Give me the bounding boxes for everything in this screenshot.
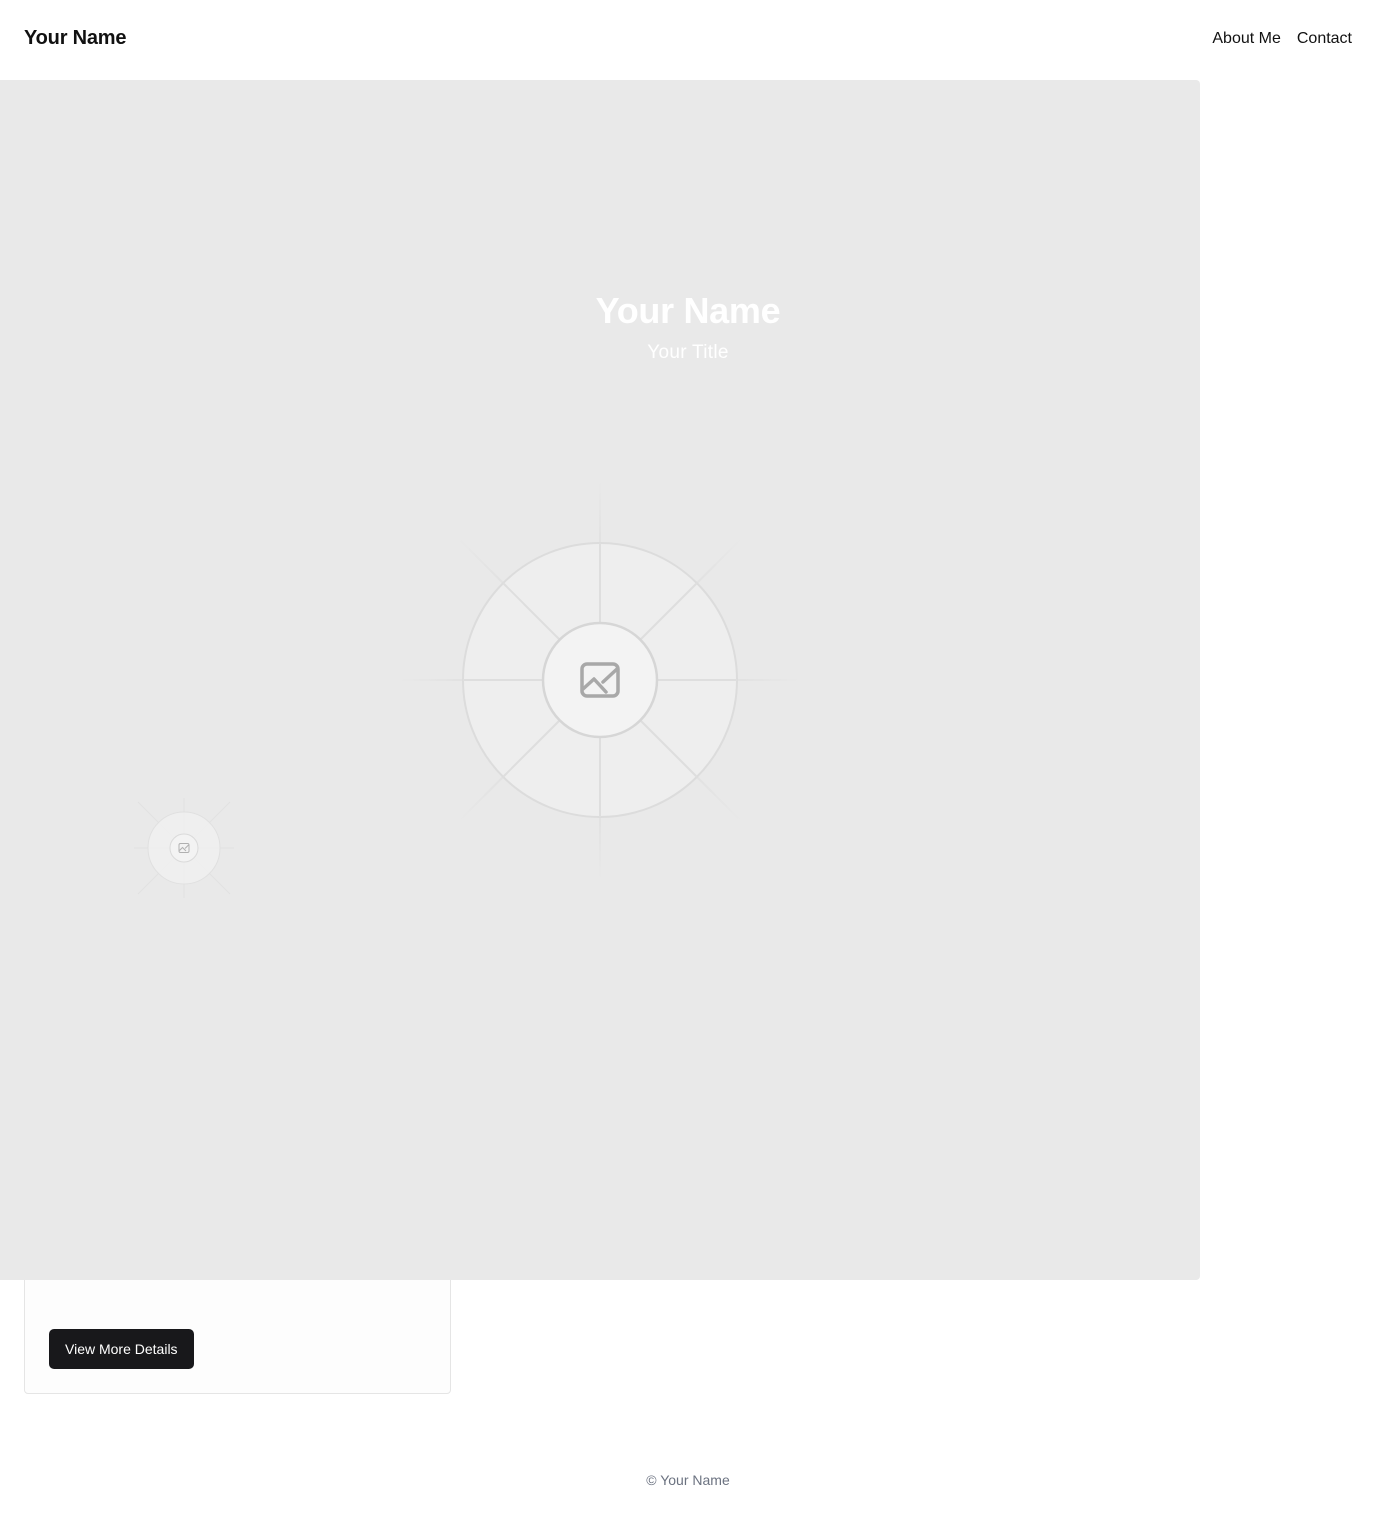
hero-title: Your Title [647, 342, 729, 363]
footer-copyright: © Your Name [646, 1472, 730, 1488]
nav-link-about-me[interactable]: About Me [1212, 30, 1280, 48]
nav-link-contact[interactable]: Contact [1297, 30, 1352, 48]
site-header: Your Name About Me Contact [0, 0, 1376, 80]
brand-link[interactable]: Your Name [24, 27, 127, 50]
main-nav: About Me Contact [1212, 30, 1352, 48]
image-placeholder-icon [134, 798, 234, 898]
hero-section: Your Name Your Title [0, 80, 1200, 1280]
hero-name: Your Name [595, 290, 781, 331]
view-more-details-button[interactable]: View More Details [49, 1329, 194, 1369]
page: Your Name About Me Contact View More Det… [0, 0, 1376, 1522]
image-placeholder-icon [400, 480, 800, 880]
